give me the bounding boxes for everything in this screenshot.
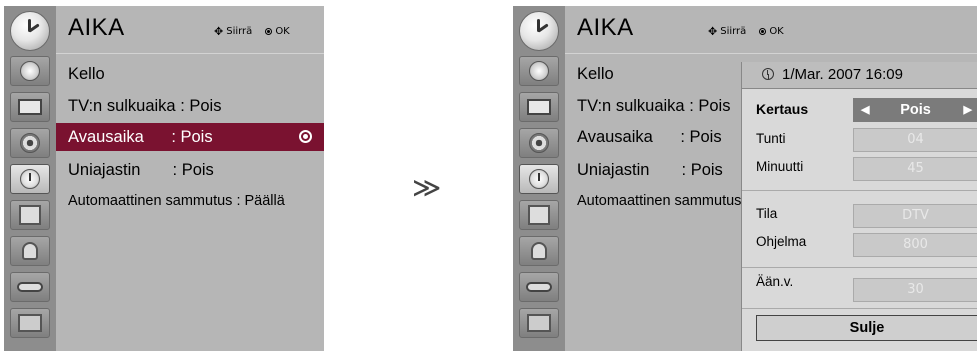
picture-icon[interactable]: [10, 56, 50, 86]
menu-item-off-time[interactable]: TV:n sulkuaika : Pois: [56, 92, 324, 120]
repeat-label: Kertaus: [756, 101, 809, 117]
audio-icon[interactable]: [10, 128, 50, 158]
photo-icon[interactable]: [10, 308, 50, 338]
lock-icon[interactable]: [10, 236, 50, 266]
lock-icon[interactable]: [519, 236, 559, 266]
menu-item-auto-off[interactable]: Automaattinen sammutus : Päällä: [56, 187, 324, 215]
nav-hint: ✥ Siirrä OK: [708, 25, 784, 38]
program-field[interactable]: 800: [853, 233, 977, 257]
repeat-selector[interactable]: ◀ Pois ▶: [853, 98, 977, 122]
close-button[interactable]: Sulje: [756, 315, 977, 341]
program-label: Ohjelma: [756, 234, 807, 249]
ok-icon: [759, 28, 767, 35]
input-icon[interactable]: [519, 272, 559, 302]
menu-item-on-time[interactable]: Avausaika : Pois: [56, 123, 324, 151]
mode-label: Tila: [756, 206, 778, 221]
volume-label: Ään.v.: [756, 274, 794, 289]
next-step-arrow: ≫: [412, 171, 442, 204]
volume-field[interactable]: 30: [853, 278, 977, 302]
time-category-icon: [519, 11, 559, 51]
hint-ok-label: OK: [769, 26, 784, 37]
right-arrow-icon[interactable]: ▶: [964, 98, 972, 122]
menu-item-clock[interactable]: Kello: [56, 60, 324, 88]
clock-icon: [762, 68, 774, 80]
option-icon[interactable]: [10, 200, 50, 230]
repeat-value: Pois: [900, 102, 931, 118]
menu-item-sleep-timer[interactable]: Uniajastin : Pois: [56, 156, 324, 184]
on-time-dialog: 1/Mar. 2007 16:09 Kertaus ◀ Pois ▶ Tunti…: [741, 62, 977, 351]
left-arrow-icon[interactable]: ◀: [861, 98, 869, 122]
minute-label: Minuutti: [756, 159, 804, 174]
menu-title: AIKA: [68, 14, 125, 41]
ok-icon: [265, 28, 273, 35]
menu-title: AIKA: [577, 14, 634, 41]
hour-field[interactable]: 04: [853, 128, 977, 152]
picture-icon[interactable]: [519, 56, 559, 86]
category-sidebar-right: [513, 6, 565, 351]
category-sidebar: [4, 6, 56, 351]
hour-label: Tunti: [756, 131, 786, 146]
dialog-header: 1/Mar. 2007 16:09: [742, 62, 977, 89]
time-icon[interactable]: [519, 164, 559, 194]
current-datetime: 1/Mar. 2007 16:09: [782, 66, 903, 83]
hint-move-label: Siirrä: [720, 26, 747, 37]
time-category-icon: [10, 11, 50, 51]
move-arrows-icon: ✥: [708, 25, 718, 38]
photo-icon[interactable]: [519, 308, 559, 338]
mode-field[interactable]: DTV: [853, 204, 977, 228]
time-icon[interactable]: [10, 164, 50, 194]
time-menu-left: AIKA ✥ Siirrä OK Kello TV:n sulkuaika : …: [4, 6, 324, 351]
audio-icon[interactable]: [519, 128, 559, 158]
hint-move-label: Siirrä: [226, 26, 253, 37]
select-radio-icon: [299, 130, 312, 143]
option-icon[interactable]: [519, 200, 559, 230]
move-arrows-icon: ✥: [214, 25, 224, 38]
screen-icon[interactable]: [10, 92, 50, 122]
nav-hint: ✥ Siirrä OK: [214, 25, 290, 38]
menu-area: AIKA ✥ Siirrä OK Kello TV:n sulkuaika : …: [56, 6, 324, 351]
menu-item-on-time-label: Avausaika : Pois: [68, 128, 213, 146]
minute-field[interactable]: 45: [853, 157, 977, 181]
hint-ok-label: OK: [275, 26, 290, 37]
input-icon[interactable]: [10, 272, 50, 302]
screen-icon[interactable]: [519, 92, 559, 122]
